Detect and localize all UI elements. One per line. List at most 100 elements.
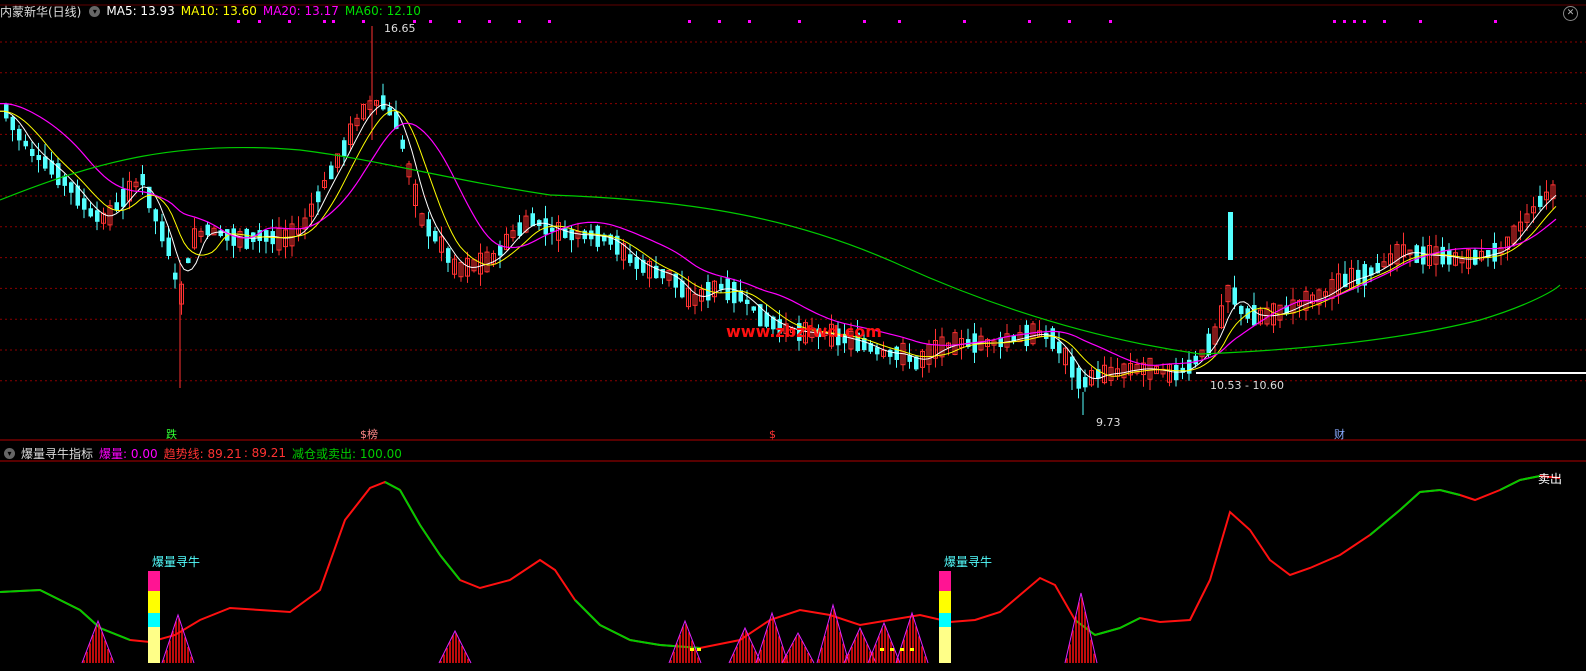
candle-body <box>23 140 28 147</box>
candle-body <box>30 149 35 156</box>
candle-body <box>732 281 737 304</box>
trend-down-segment <box>1369 509 1401 536</box>
event-tag-list[interactable]: $榜 <box>360 427 378 441</box>
candle-body <box>1232 287 1237 305</box>
candle-body <box>95 210 100 222</box>
candle-body <box>17 128 22 141</box>
trend-down-segment <box>0 589 41 593</box>
event-marker <box>863 20 866 23</box>
candle-body <box>888 349 893 357</box>
candle-body <box>114 202 119 211</box>
candle-body <box>43 156 48 169</box>
event-marker <box>1363 20 1366 23</box>
event-marker <box>1343 20 1346 23</box>
candle-body <box>517 222 522 236</box>
event-marker <box>688 20 691 23</box>
event-marker <box>963 20 966 23</box>
trend-line <box>0 474 1561 650</box>
trend-down-segment <box>1519 475 1541 481</box>
event-marker <box>1068 20 1071 23</box>
candle-body <box>244 228 249 249</box>
high-price-label: 16.65 <box>384 22 416 35</box>
event-marker <box>237 20 240 23</box>
trend-down-segment <box>384 481 401 491</box>
candle-body <box>719 283 724 290</box>
marker-dot <box>697 648 701 651</box>
candle-body <box>628 254 633 263</box>
candle-body <box>543 218 548 235</box>
candle-body <box>1076 367 1081 389</box>
kline-chart[interactable]: 16.65 9.73 10.53 - 10.60 www.zbzfwd.com … <box>0 0 1586 671</box>
indicator-plot <box>0 474 1561 664</box>
candle-body <box>530 213 535 227</box>
event-marker <box>1383 20 1386 23</box>
candle-body <box>634 257 639 269</box>
candle-body <box>160 221 165 242</box>
candle-body <box>88 208 93 217</box>
candle-body <box>1070 356 1075 378</box>
candle-body <box>1538 195 1543 207</box>
candlesticks <box>4 26 1556 415</box>
event-marker <box>1494 20 1497 23</box>
event-marker <box>1419 20 1422 23</box>
candle-body <box>1057 341 1062 354</box>
candle-body <box>595 225 600 247</box>
event-marker <box>1028 20 1031 23</box>
trend-down-segment <box>1419 489 1441 493</box>
event-marker <box>362 20 365 23</box>
trend-down-segment <box>629 639 661 646</box>
event-marker <box>898 20 901 23</box>
signal-column-top <box>148 571 160 591</box>
candle-body <box>569 229 574 241</box>
trend-down-segment <box>1094 627 1121 636</box>
event-marker <box>1333 20 1336 23</box>
candle-body <box>1447 250 1452 265</box>
event-tag-finance[interactable]: 财 <box>1334 427 1345 441</box>
candle-body <box>745 299 750 305</box>
candle-body <box>1193 355 1198 365</box>
event-marker <box>323 20 326 23</box>
trend-down-segment <box>1119 617 1141 629</box>
candle-body <box>426 219 431 237</box>
trend-down-segment <box>419 524 441 556</box>
candle-body <box>400 139 405 149</box>
marker-dot <box>690 648 694 651</box>
candle-body <box>1239 305 1244 315</box>
trend-down-segment <box>399 489 421 526</box>
event-marker <box>429 20 432 23</box>
candle-body <box>140 174 145 186</box>
candle-body <box>218 230 223 237</box>
candle-body <box>381 95 386 110</box>
event-marker <box>718 20 721 23</box>
trend-down-segment <box>439 554 461 581</box>
candle-body <box>1083 377 1088 388</box>
signal-column-top <box>939 571 951 591</box>
candle-body <box>1228 212 1233 260</box>
event-marker <box>548 20 551 23</box>
candle-body <box>205 224 210 236</box>
candle-body <box>1024 324 1029 347</box>
candle-body <box>342 140 347 157</box>
event-marker <box>518 20 521 23</box>
candle-body <box>231 228 236 246</box>
event-marker <box>458 20 461 23</box>
candle-body <box>433 230 438 242</box>
event-tag-dollar[interactable]: $ <box>769 428 776 441</box>
event-marker <box>488 20 491 23</box>
candle-body <box>82 198 87 210</box>
event-tag-die[interactable]: 跌 <box>166 427 177 441</box>
signal-column-mid <box>148 591 160 613</box>
candle-body <box>153 209 158 222</box>
candle-body <box>56 163 61 186</box>
marker-dot <box>900 648 904 651</box>
event-marker <box>332 20 335 23</box>
signal-label-left: 爆量寻牛 <box>152 554 200 569</box>
candle-body <box>186 258 191 264</box>
candle-body <box>446 248 451 263</box>
signal-column-base <box>148 627 160 663</box>
candle-body <box>173 272 178 280</box>
candle-body <box>329 165 334 180</box>
signal-column-mid <box>939 591 951 613</box>
candle-body <box>121 188 126 207</box>
candle-body <box>875 347 880 355</box>
